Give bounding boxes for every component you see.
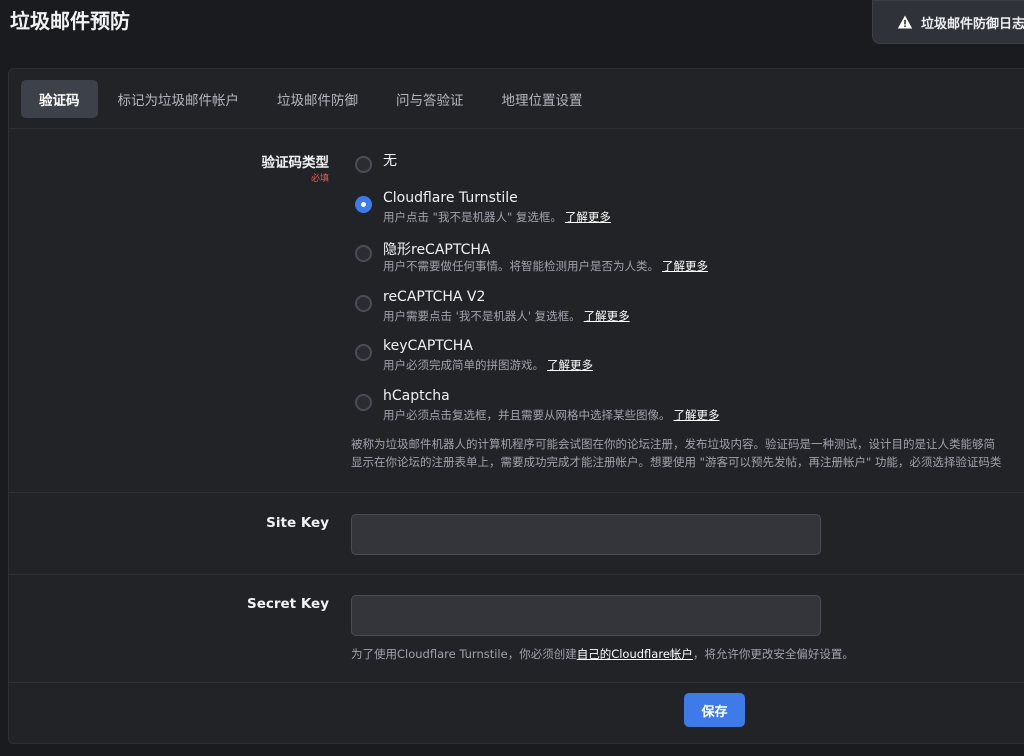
radio-recaptcha-v2[interactable] [355, 295, 372, 312]
option-label: hCaptcha [383, 388, 450, 404]
tab-captcha[interactable]: 验证码 [21, 79, 98, 118]
spam-log-label: 垃圾邮件防御日志 [921, 16, 1024, 32]
learn-more-link[interactable]: 了解更多 [547, 358, 593, 372]
option-label: keyCAPTCHA [383, 338, 473, 354]
option-description: 用户需要点击 '我不是机器人' 复选框。 了解更多 [383, 309, 630, 323]
option-description: 用户不需要做任何事情。将智能检测用户是否为人类。 了解更多 [383, 259, 708, 273]
option-description: 用户必须完成简单的拼图游戏。 了解更多 [383, 358, 593, 372]
learn-more-link[interactable]: 了解更多 [674, 408, 720, 422]
radio-turnstile[interactable] [355, 196, 372, 213]
cloudflare-account-link[interactable]: 自己的Cloudflare帐户 [577, 647, 693, 661]
radio-hcaptcha[interactable] [355, 394, 372, 411]
tab-spam-defense[interactable]: 垃圾邮件防御 [259, 80, 376, 118]
warning-icon [897, 15, 913, 29]
required-badge: 必填 [310, 174, 329, 184]
learn-more-link[interactable]: 了解更多 [662, 259, 708, 273]
tab-mark-spam-accounts[interactable]: 标记为垃圾邮件帐户 [100, 80, 258, 118]
site-key-label: Site Key [266, 515, 329, 531]
save-bar: 保存 [9, 683, 1024, 743]
tab-geolocation-settings[interactable]: 地理位置设置 [484, 80, 601, 118]
option-label: 无 [383, 153, 397, 169]
option-label: 隐形reCAPTCHA [383, 242, 491, 258]
site-key-input[interactable] [351, 514, 821, 555]
option-label: reCAPTCHA V2 [383, 289, 486, 305]
learn-more-link[interactable]: 了解更多 [584, 309, 630, 323]
secret-key-section: Secret Key 为了使用Cloudflare Turnstile，你必须创… [9, 575, 1024, 683]
option-description: 用户必须点击复选框，并且需要从网格中选择某些图像。 了解更多 [383, 408, 720, 422]
learn-more-link[interactable]: 了解更多 [565, 210, 611, 224]
tab-qa-verification[interactable]: 问与答验证 [378, 80, 482, 118]
option-description: 用户点击 "我不是机器人" 复选框。 了解更多 [383, 210, 611, 224]
secret-key-label: Secret Key [246, 596, 329, 612]
captcha-type-section: 验证码类型 必填 无 Cloudflare Turnstile 用户点击 "我不… [9, 129, 1024, 493]
radio-invisible-recaptcha[interactable] [355, 245, 372, 262]
radio-none[interactable] [355, 156, 372, 173]
save-button[interactable]: 保存 [684, 693, 745, 727]
captcha-help-text: 被称为垃圾邮件机器人的计算机程序可能会试图在你的论坛注册，发布垃圾内容。验证码是… [351, 437, 1002, 469]
option-label: Cloudflare Turnstile [383, 190, 518, 206]
radio-keycaptcha[interactable] [355, 344, 372, 361]
page-title: 垃圾邮件预防 [10, 9, 130, 33]
tab-bar: 验证码 标记为垃圾邮件帐户 垃圾邮件防御 问与答验证 地理位置设置 [9, 69, 1024, 129]
secret-key-hint: 为了使用Cloudflare Turnstile，你必须创建自己的Cloudfl… [351, 647, 854, 661]
site-key-section: Site Key [9, 493, 1024, 575]
secret-key-input[interactable] [351, 595, 821, 636]
spam-log-button[interactable]: 垃圾邮件防御日志 [872, 0, 1024, 44]
captcha-type-label: 验证码类型 [261, 155, 330, 171]
settings-panel: 验证码 标记为垃圾邮件帐户 垃圾邮件防御 问与答验证 地理位置设置 验证码类型 … [8, 68, 1024, 744]
